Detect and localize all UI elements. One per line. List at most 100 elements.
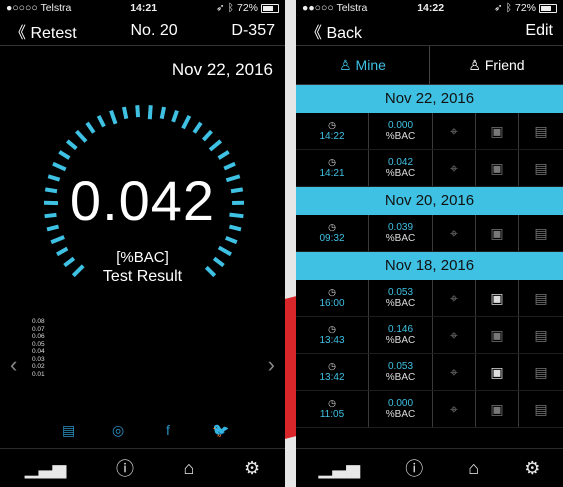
chevron-left-icon[interactable]: ‹ — [10, 352, 17, 378]
home-tab-icon[interactable]: ⌂ — [184, 458, 195, 479]
note-icon: ▤ — [534, 159, 548, 176]
photo-icon: ▣ — [490, 400, 504, 417]
row-bac: 0.146 — [387, 324, 414, 335]
location-cell[interactable]: ⌖ — [433, 150, 476, 186]
device-id: D-357 — [231, 21, 275, 39]
history-row[interactable]: ◷ 14:22 0.000 %BAC ⌖ ▣ ▤ — [296, 113, 563, 150]
note-icon: ▤ — [534, 400, 548, 417]
note-cell[interactable]: ▤ — [519, 354, 563, 390]
location-cell[interactable]: ⌖ — [433, 354, 476, 390]
bac-cell: 0.000 %BAC — [369, 391, 433, 427]
photo-cell[interactable]: ▣ — [476, 391, 519, 427]
location-cell[interactable]: ⌖ — [433, 280, 476, 316]
help-tab-icon[interactable]: ⓘ — [405, 455, 423, 481]
history-row[interactable]: ◷ 11:05 0.000 %BAC ⌖ ▣ ▤ — [296, 391, 563, 428]
row-unit: %BAC — [385, 131, 416, 142]
help-tab-icon[interactable]: ⓘ — [116, 455, 134, 481]
note-icon: ▤ — [534, 122, 548, 139]
gauge-tick — [58, 150, 71, 160]
home-tab-icon[interactable]: ⌂ — [468, 458, 479, 479]
history-scale-value: 0.05 — [32, 340, 45, 348]
note-cell[interactable]: ▤ — [519, 317, 563, 353]
note-icon: ▤ — [534, 326, 548, 343]
note-cell[interactable]: ▤ — [519, 391, 563, 427]
settings-tab-icon[interactable]: ⚙ — [244, 458, 260, 479]
retest-label: Retest — [30, 24, 77, 42]
photo-cell[interactable]: ▣ — [476, 317, 519, 353]
status-bar: ●○○○○ Telstra 14:21 ➶ ᛒ 72% — [0, 0, 285, 16]
note-cell[interactable]: ▤ — [519, 113, 563, 149]
location-icon: ➶ — [493, 2, 503, 14]
note-cell[interactable]: ▤ — [519, 280, 563, 316]
retest-button[interactable]: 《 Retest — [10, 19, 77, 43]
history-row[interactable]: ◷ 09:32 0.039 %BAC ⌖ ▣ ▤ — [296, 215, 563, 252]
time-cell: ◷ 14:21 — [296, 150, 369, 186]
date-group-header: Nov 18, 2016 — [296, 252, 563, 280]
time-cell: ◷ 16:00 — [296, 280, 369, 316]
gauge-tick — [50, 235, 65, 245]
history-scale: 0.08 0.07 0.06 0.05 0.04 0.03 0.02 0.01 — [32, 318, 45, 378]
back-label: Back — [326, 24, 363, 42]
photo-cell[interactable]: ▣ — [476, 280, 519, 316]
note-cell[interactable]: ▤ — [519, 215, 563, 251]
row-time: 11:05 — [319, 409, 345, 420]
tab-mine-label: Mine — [355, 57, 386, 73]
chart-tab-icon[interactable]: ▁▃▅ — [25, 458, 67, 479]
battery-icon — [261, 3, 279, 13]
location-cell[interactable]: ⌖ — [433, 391, 476, 427]
tab-bar: ▁▃▅ ⓘ ⌂ ⚙ — [0, 448, 285, 487]
chart-tab-icon[interactable]: ▁▃▅ — [319, 458, 361, 479]
note-icon: ▤ — [534, 363, 548, 380]
carrier: ●○○○○ Telstra — [6, 2, 72, 14]
row-time: 14:21 — [319, 168, 345, 179]
history-row[interactable]: ◷ 13:42 0.053 %BAC ⌖ ▣ ▤ — [296, 354, 563, 391]
location-cell[interactable]: ⌖ — [433, 215, 476, 251]
history-row[interactable]: ◷ 14:21 0.042 %BAC ⌖ ▣ ▤ — [296, 150, 563, 187]
test-number: No. 20 — [130, 21, 178, 39]
time-cell: ◷ 09:32 — [296, 215, 369, 251]
tab-friend-label: Friend — [484, 57, 525, 73]
note-share-icon[interactable]: ▤ — [62, 422, 75, 439]
row-bac: 0.039 — [387, 222, 414, 233]
photo-cell[interactable]: ▣ — [476, 215, 519, 251]
location-cell[interactable]: ⌖ — [433, 113, 476, 149]
battery-percent: 72% — [514, 2, 536, 14]
edit-button[interactable]: Edit — [525, 22, 553, 40]
weibo-share-icon[interactable]: ◎ — [112, 422, 124, 439]
clock-icon: ◷ — [328, 398, 336, 408]
row-unit: %BAC — [385, 298, 416, 309]
photo-icon: ▣ — [490, 289, 504, 306]
tab-mine[interactable]: ♙ Mine — [296, 46, 430, 84]
photo-cell[interactable]: ▣ — [476, 150, 519, 186]
photo-cell[interactable]: ▣ — [476, 113, 519, 149]
map-pin-icon: ⌖ — [450, 289, 458, 306]
bac-cell: 0.053 %BAC — [369, 280, 433, 316]
test-date: Nov 22, 2016 — [171, 60, 273, 79]
settings-tab-icon[interactable]: ⚙ — [524, 458, 540, 479]
location-cell[interactable]: ⌖ — [433, 317, 476, 353]
photo-cell[interactable]: ▣ — [476, 354, 519, 390]
gauge-tick — [208, 139, 223, 152]
chevron-right-icon[interactable]: › — [268, 352, 275, 378]
row-unit: %BAC — [385, 335, 416, 346]
history-list: Nov 22, 2016 ◷ 14:22 0.000 %BAC ⌖ ▣ ▤ ◷ 14:21 0.04… — [296, 85, 563, 428]
gauge-tick — [85, 121, 96, 134]
row-time: 09:32 — [319, 233, 345, 244]
tab-friend[interactable]: ♙ Friend — [430, 46, 563, 84]
facebook-share-icon[interactable]: f — [166, 422, 170, 438]
note-icon: ▤ — [534, 224, 548, 241]
map-pin-icon: ⌖ — [450, 224, 458, 241]
gauge-tick — [147, 105, 153, 120]
clock-icon: ◷ — [328, 324, 336, 334]
history-scale-value: 0.04 — [32, 348, 45, 355]
history-scale-value: 0.03 — [32, 355, 45, 363]
history-row[interactable]: ◷ 13:43 0.146 %BAC ⌖ ▣ ▤ — [296, 317, 563, 354]
carrier: ●●○○○ Telstra — [302, 2, 368, 14]
history-row[interactable]: ◷ 16:00 0.053 %BAC ⌖ ▣ ▤ — [296, 280, 563, 317]
history-scale-value: 0.01 — [32, 370, 45, 378]
bluetooth-icon: ᛒ — [505, 2, 512, 14]
back-button[interactable]: 《 Back — [306, 19, 362, 43]
twitter-share-icon[interactable]: 🐦 — [212, 422, 229, 439]
bac-cell: 0.146 %BAC — [369, 317, 433, 353]
note-cell[interactable]: ▤ — [519, 150, 563, 186]
